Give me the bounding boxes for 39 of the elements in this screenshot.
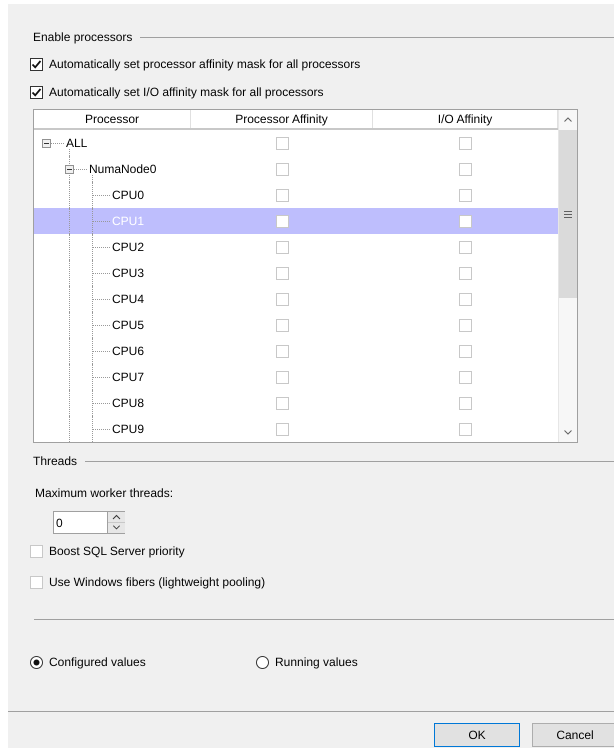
checkbox[interactable]: [30, 58, 43, 70]
radio-label: Running values: [275, 654, 358, 671]
checkbox-label: Boost SQL Server priority: [49, 543, 185, 560]
section-title: Threads: [33, 453, 78, 470]
field-label: Maximum worker threads:: [35, 485, 174, 502]
processor-name: CPU1: [112, 213, 144, 230]
processor-name: CPU4: [112, 291, 144, 308]
dialog-button[interactable]: OK: [434, 723, 520, 747]
processor-name: ALL: [66, 135, 88, 152]
processor-name: CPU2: [112, 239, 144, 256]
processor-name: CPU3: [112, 265, 144, 282]
processor-name: CPU6: [112, 343, 144, 360]
tree-row[interactable]: ALL: [34, 130, 558, 156]
radio-button[interactable]: [30, 656, 43, 668]
processor-name: CPU5: [112, 317, 144, 334]
scrollbar[interactable]: [558, 110, 577, 442]
checkbox-label: Automatically set I/O affinity mask for all processors: [49, 84, 324, 101]
collapse-icon[interactable]: [42, 139, 51, 148]
processor-name: CPU0: [112, 187, 144, 204]
spin-down-icon[interactable]: [108, 522, 125, 533]
column-header[interactable]: Processor: [34, 110, 191, 128]
scrollbar-thumb[interactable]: [559, 130, 577, 298]
grip-icon: [564, 210, 572, 218]
dialog-button[interactable]: Cancel: [532, 723, 614, 747]
radio-button[interactable]: [256, 656, 269, 668]
section-title: Enable processors: [33, 29, 132, 46]
checkbox[interactable]: [30, 86, 43, 98]
processor-name: CPU7: [112, 369, 144, 386]
spin-buttons[interactable]: [107, 511, 125, 534]
tree-row[interactable]: NumaNode0: [34, 156, 558, 182]
processor-name: CPU8: [112, 395, 144, 412]
processor-name: NumaNode0: [89, 161, 156, 178]
checkbox-label: Automatically set processor affinity mask for all processors: [49, 56, 360, 73]
radio-label: Configured values: [49, 654, 146, 671]
processor-name: CPU9: [112, 421, 144, 438]
checkbox-label: Use Windows fibers (lightweight pooling): [49, 574, 266, 591]
number-field[interactable]: 0: [53, 511, 107, 534]
collapse-icon[interactable]: [65, 165, 74, 174]
column-header[interactable]: Processor Affinity: [191, 110, 373, 128]
